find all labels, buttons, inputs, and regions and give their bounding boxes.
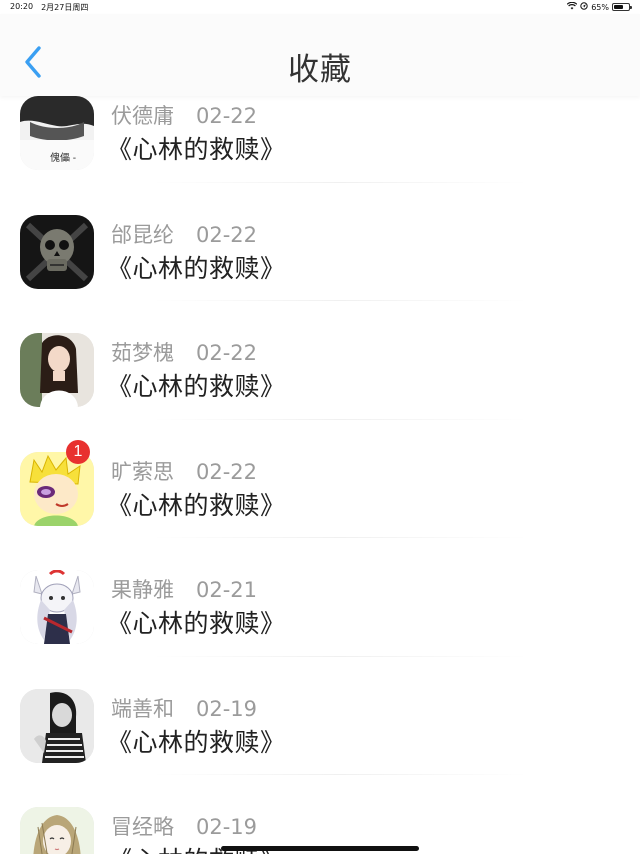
item-title: 《心林的救赎》 xyxy=(107,490,286,520)
item-title: 《心林的救赎》 xyxy=(107,727,286,757)
item-title: 《心林的救赎》 xyxy=(107,372,286,401)
list-item[interactable]: 端善和 02-19 《心林的救赎》 xyxy=(0,657,640,775)
avatar-caption: 傀儡 - xyxy=(50,151,76,164)
unread-badge: 1 xyxy=(66,440,90,464)
item-date: 02-22 xyxy=(196,459,258,484)
item-title: 《心林的救赎》 xyxy=(107,253,286,283)
user-name: 邰昆纶 xyxy=(111,222,174,247)
item-date: 02-22 xyxy=(196,222,258,247)
user-name: 冒经略 xyxy=(111,815,174,839)
item-title: 《心林的救赎》 xyxy=(107,135,286,164)
user-name: 旷萦思 xyxy=(111,459,174,484)
avatar xyxy=(20,688,94,763)
avatar xyxy=(20,214,94,289)
avatar xyxy=(20,570,94,644)
user-name: 茹梦槐 xyxy=(111,341,174,365)
list-item[interactable]: 傀儡 - 伏德庸 02-22 《心林的救赎》 xyxy=(0,96,640,183)
status-time: 20:20 xyxy=(10,1,34,11)
favorites-list[interactable]: 傀儡 - 伏德庸 02-22 《心林的救赎》 邰昆纶 02-22 《心林的救赎》… xyxy=(0,96,640,854)
user-name: 伏德庸 xyxy=(111,104,174,128)
item-date: 02-21 xyxy=(196,578,258,602)
list-item[interactable]: 果静雅 02-21 《心林的救赎》 xyxy=(0,538,640,657)
list-item[interactable]: 邰昆纶 02-22 《心林的救赎》 xyxy=(0,183,640,301)
item-date: 02-19 xyxy=(196,815,258,839)
location-icon xyxy=(580,2,588,12)
navigation-bar: 收藏 xyxy=(0,14,640,96)
list-item[interactable]: 冒经略 02-19 《心林的救赎》 xyxy=(0,775,640,854)
item-date: 02-19 xyxy=(196,696,258,721)
battery-fill xyxy=(614,5,624,9)
battery-percent: 65% xyxy=(591,2,609,12)
avatar: 傀儡 - xyxy=(20,96,94,170)
item-title: 《心林的救赎》 xyxy=(107,609,286,638)
page-title: 收藏 xyxy=(288,52,352,88)
item-date: 02-22 xyxy=(196,341,258,365)
avatar xyxy=(20,333,94,407)
status-bar: 20:20 2月27日周四 65% xyxy=(0,0,640,14)
home-indicator[interactable] xyxy=(221,846,419,851)
battery-icon xyxy=(612,3,632,11)
list-item[interactable]: 旷萦思 02-22 《心林的救赎》 xyxy=(0,420,640,538)
user-name: 果静雅 xyxy=(111,578,174,602)
user-name: 端善和 xyxy=(111,696,174,721)
wifi-icon xyxy=(566,1,578,12)
status-date: 2月27日周四 xyxy=(41,2,89,12)
list-item[interactable]: 茹梦槐 02-22 《心林的救赎》 xyxy=(0,301,640,420)
avatar xyxy=(20,807,94,854)
item-date: 02-22 xyxy=(196,104,258,128)
